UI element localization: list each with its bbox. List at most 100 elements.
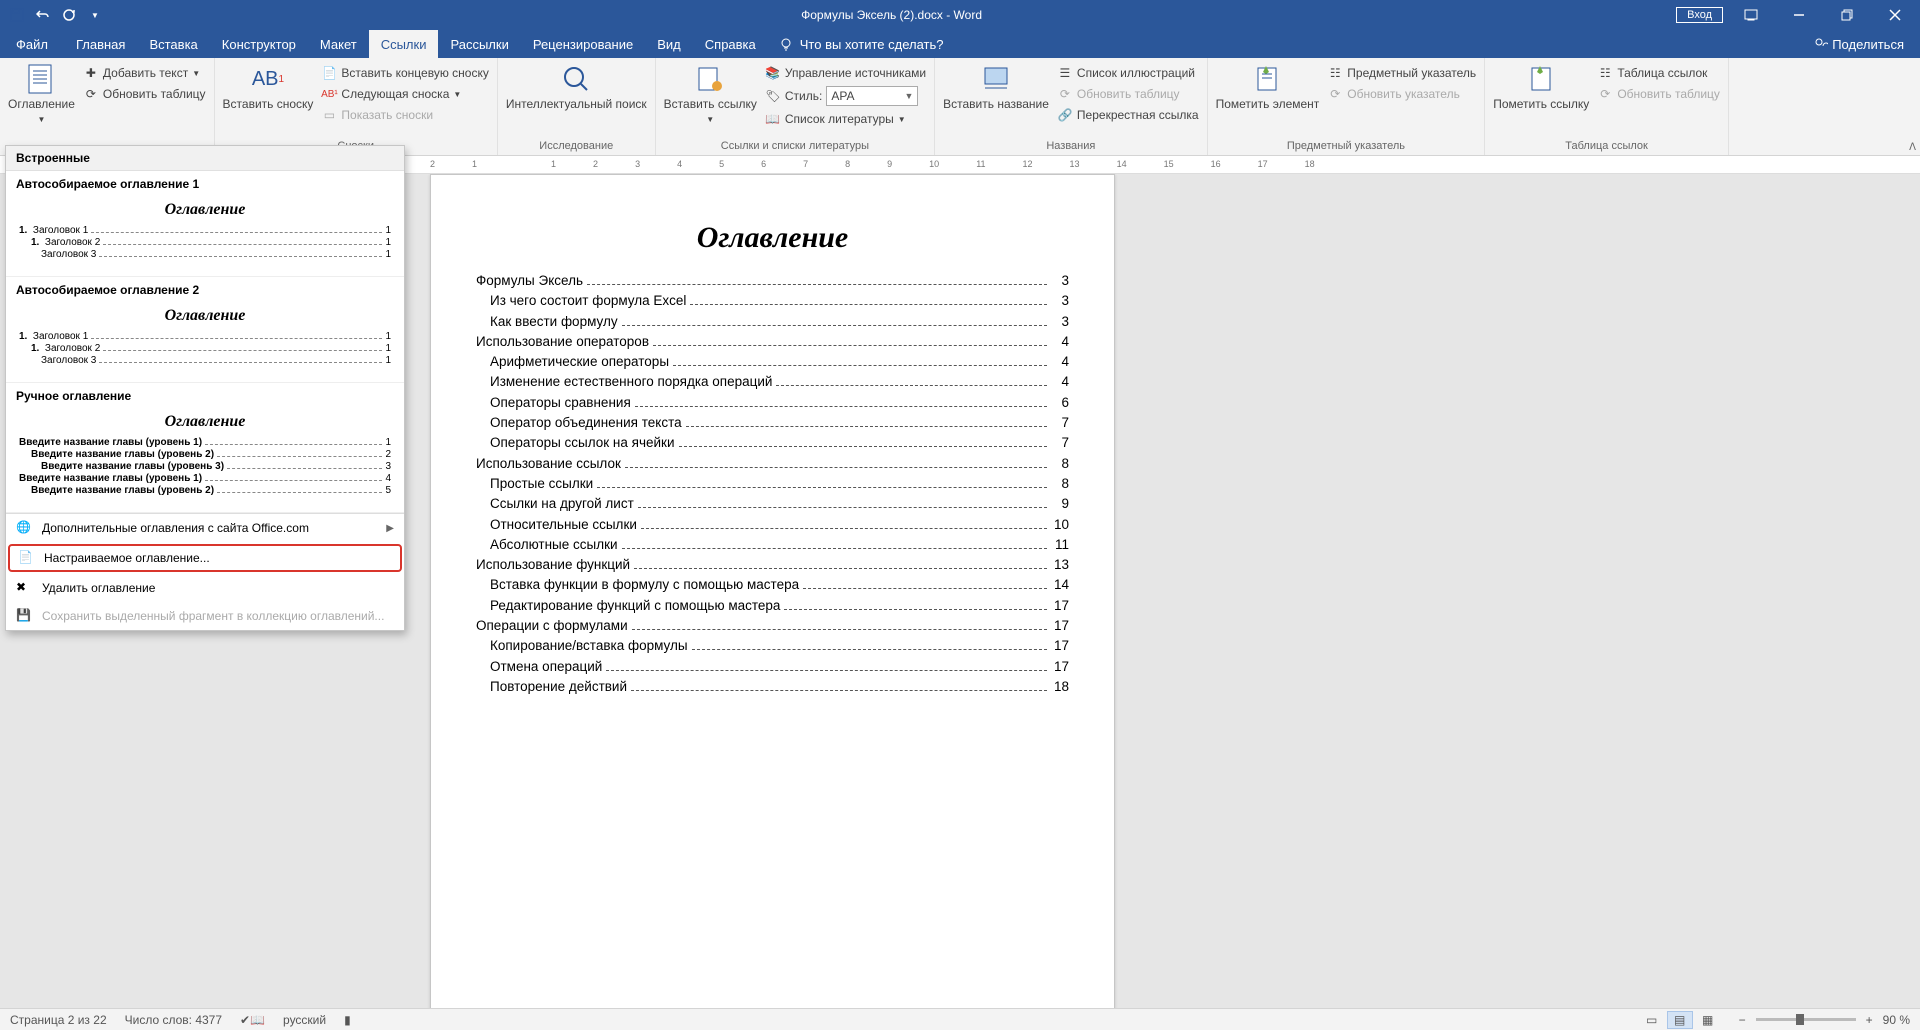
lightbulb-icon <box>778 36 794 52</box>
tab-references[interactable]: Ссылки <box>369 30 439 58</box>
undo-icon[interactable] <box>31 3 55 27</box>
toc-button[interactable]: Оглавление▼ <box>4 61 79 128</box>
toc-row[interactable]: Вставка функции в формулу с помощью маст… <box>476 577 1069 592</box>
toc-row[interactable]: Арифметические операторы4 <box>476 354 1069 369</box>
zoom-in-icon[interactable]: + <box>1866 1013 1873 1027</box>
collapse-ribbon-icon[interactable]: ᐱ <box>1909 142 1916 153</box>
toc-row[interactable]: Простые ссылки8 <box>476 476 1069 491</box>
login-button[interactable]: Вход <box>1676 7 1723 23</box>
mark-citation-button[interactable]: Пометить ссылку <box>1489 61 1593 114</box>
insert-footnote-button[interactable]: AB1 Вставить сноску <box>219 61 318 114</box>
toc-row[interactable]: Абсолютные ссылки11 <box>476 537 1069 552</box>
zoom-slider[interactable] <box>1756 1018 1856 1021</box>
share-button[interactable]: Поделиться <box>1814 30 1920 58</box>
mark-entry-button[interactable]: Пометить элемент <box>1212 61 1324 114</box>
insert-citation-button[interactable]: Вставить ссылку▼ <box>660 61 761 128</box>
update-figures-button[interactable]: ⟳Обновить таблицу <box>1053 84 1203 104</box>
toc-row[interactable]: Редактирование функций с помощью мастера… <box>476 598 1069 613</box>
qat-customize-icon[interactable]: ▼ <box>83 3 107 27</box>
manage-sources-button[interactable]: 📚Управление источниками <box>761 63 930 83</box>
mark-entry-icon <box>1251 63 1283 95</box>
table-of-figures-button[interactable]: ☰Список иллюстраций <box>1053 63 1203 83</box>
toc-row[interactable]: Использование функций13 <box>476 557 1069 572</box>
add-text-button[interactable]: ✚Добавить текст ▼ <box>79 63 210 83</box>
toc-row[interactable]: Ссылки на другой лист9 <box>476 496 1069 511</box>
office-icon: 🌐 <box>16 520 32 536</box>
insert-caption-button[interactable]: Вставить название <box>939 61 1053 114</box>
tab-design[interactable]: Конструктор <box>210 30 308 58</box>
toc-row[interactable]: Повторение действий18 <box>476 679 1069 694</box>
tab-insert[interactable]: Вставка <box>137 30 209 58</box>
insert-endnote-button[interactable]: 📄Вставить концевую сноску <box>317 63 492 83</box>
insert-index-button[interactable]: ☷Предметный указатель <box>1323 63 1480 83</box>
gallery-auto1[interactable]: Автособираемое оглавление 1 Оглавление 1… <box>6 171 404 277</box>
bibliography-icon: 📖 <box>765 111 781 127</box>
gallery-custom-toc[interactable]: 📄Настраиваемое оглавление... <box>8 544 402 572</box>
smart-lookup-button[interactable]: Интеллектуальный поиск <box>502 61 651 114</box>
style-select[interactable]: APA▼ <box>826 86 918 106</box>
status-macro-icon[interactable]: ▮ <box>344 1013 351 1027</box>
status-page[interactable]: Страница 2 из 22 <box>10 1013 107 1027</box>
next-footnote-icon: AB¹ <box>321 86 337 102</box>
save-icon[interactable] <box>5 3 29 27</box>
tell-me[interactable]: Что вы хотите сделать? <box>768 30 944 58</box>
gallery-auto2[interactable]: Автособираемое оглавление 2 Оглавление 1… <box>6 277 404 383</box>
gallery-more-office[interactable]: 🌐Дополнительные оглавления с сайта Offic… <box>6 514 404 542</box>
tab-mailings[interactable]: Рассылки <box>438 30 520 58</box>
toc-row[interactable]: Отмена операций17 <box>476 659 1069 674</box>
insert-toa-button[interactable]: ☷Таблица ссылок <box>1593 63 1724 83</box>
status-language[interactable]: русский <box>283 1013 326 1027</box>
toc-row[interactable]: Использование ссылок8 <box>476 456 1069 471</box>
gallery-header: Встроенные <box>6 146 404 171</box>
ribbon-display-icon[interactable] <box>1731 0 1771 30</box>
cross-reference-button[interactable]: 🔗Перекрестная ссылка <box>1053 105 1203 125</box>
share-icon <box>1814 37 1828 51</box>
citation-style[interactable]: 🏷Стиль: APA▼ <box>761 84 930 108</box>
remove-icon: ✖ <box>16 580 32 596</box>
tell-me-label: Что вы хотите сделать? <box>800 37 944 52</box>
view-read-icon[interactable]: ▭ <box>1639 1011 1665 1029</box>
toc-label: Оглавление <box>8 97 75 111</box>
status-spellcheck-icon[interactable]: ✔📖 <box>240 1013 265 1027</box>
toc-row[interactable]: Операторы ссылок на ячейки7 <box>476 435 1069 450</box>
update-toc-button[interactable]: ⟳Обновить таблицу <box>79 84 210 104</box>
close-icon[interactable] <box>1875 0 1915 30</box>
view-print-icon[interactable]: ▤ <box>1667 1011 1693 1029</box>
style-icon: 🏷 <box>765 88 781 104</box>
footnote-icon: AB1 <box>252 63 284 95</box>
maximize-icon[interactable] <box>1827 0 1867 30</box>
zoom-level[interactable]: 90 % <box>1883 1013 1910 1027</box>
status-words[interactable]: Число слов: 4377 <box>125 1013 222 1027</box>
next-footnote-button[interactable]: AB¹Следующая сноска ▼ <box>317 84 492 104</box>
gallery-remove-toc[interactable]: ✖Удалить оглавление <box>6 574 404 602</box>
tab-layout[interactable]: Макет <box>308 30 369 58</box>
tab-file[interactable]: Файл <box>0 30 64 58</box>
add-text-icon: ✚ <box>83 65 99 81</box>
mark-citation-icon <box>1525 63 1557 95</box>
toc-row[interactable]: Изменение естественного порядка операций… <box>476 374 1069 389</box>
toc-row[interactable]: Использование операторов4 <box>476 334 1069 349</box>
zoom-out-icon[interactable]: − <box>1739 1013 1746 1027</box>
toc-row[interactable]: Из чего состоит формула Excel3 <box>476 293 1069 308</box>
view-web-icon[interactable]: ▦ <box>1695 1011 1721 1029</box>
toc-row[interactable]: Оператор объединения текста7 <box>476 415 1069 430</box>
gallery-manual[interactable]: Ручное оглавление Оглавление Введите наз… <box>6 383 404 513</box>
minimize-icon[interactable] <box>1779 0 1819 30</box>
show-notes-button[interactable]: ▭Показать сноски <box>317 105 492 125</box>
toc-row[interactable]: Операторы сравнения6 <box>476 395 1069 410</box>
update-index-button[interactable]: ⟳Обновить указатель <box>1323 84 1480 104</box>
toc-row[interactable]: Относительные ссылки10 <box>476 517 1069 532</box>
tab-review[interactable]: Рецензирование <box>521 30 645 58</box>
tab-view[interactable]: Вид <box>645 30 693 58</box>
redo-icon[interactable] <box>57 3 81 27</box>
bibliography-button[interactable]: 📖Список литературы ▼ <box>761 109 930 129</box>
update-toa-button[interactable]: ⟳Обновить таблицу <box>1593 84 1724 104</box>
citation-icon <box>694 63 726 95</box>
custom-toc-icon: 📄 <box>18 550 34 566</box>
toc-row[interactable]: Формулы Эксель3 <box>476 273 1069 288</box>
toc-row[interactable]: Как ввести формулу3 <box>476 314 1069 329</box>
toc-row[interactable]: Операции с формулами17 <box>476 618 1069 633</box>
tab-home[interactable]: Главная <box>64 30 137 58</box>
toc-row[interactable]: Копирование/вставка формулы17 <box>476 638 1069 653</box>
tab-help[interactable]: Справка <box>693 30 768 58</box>
